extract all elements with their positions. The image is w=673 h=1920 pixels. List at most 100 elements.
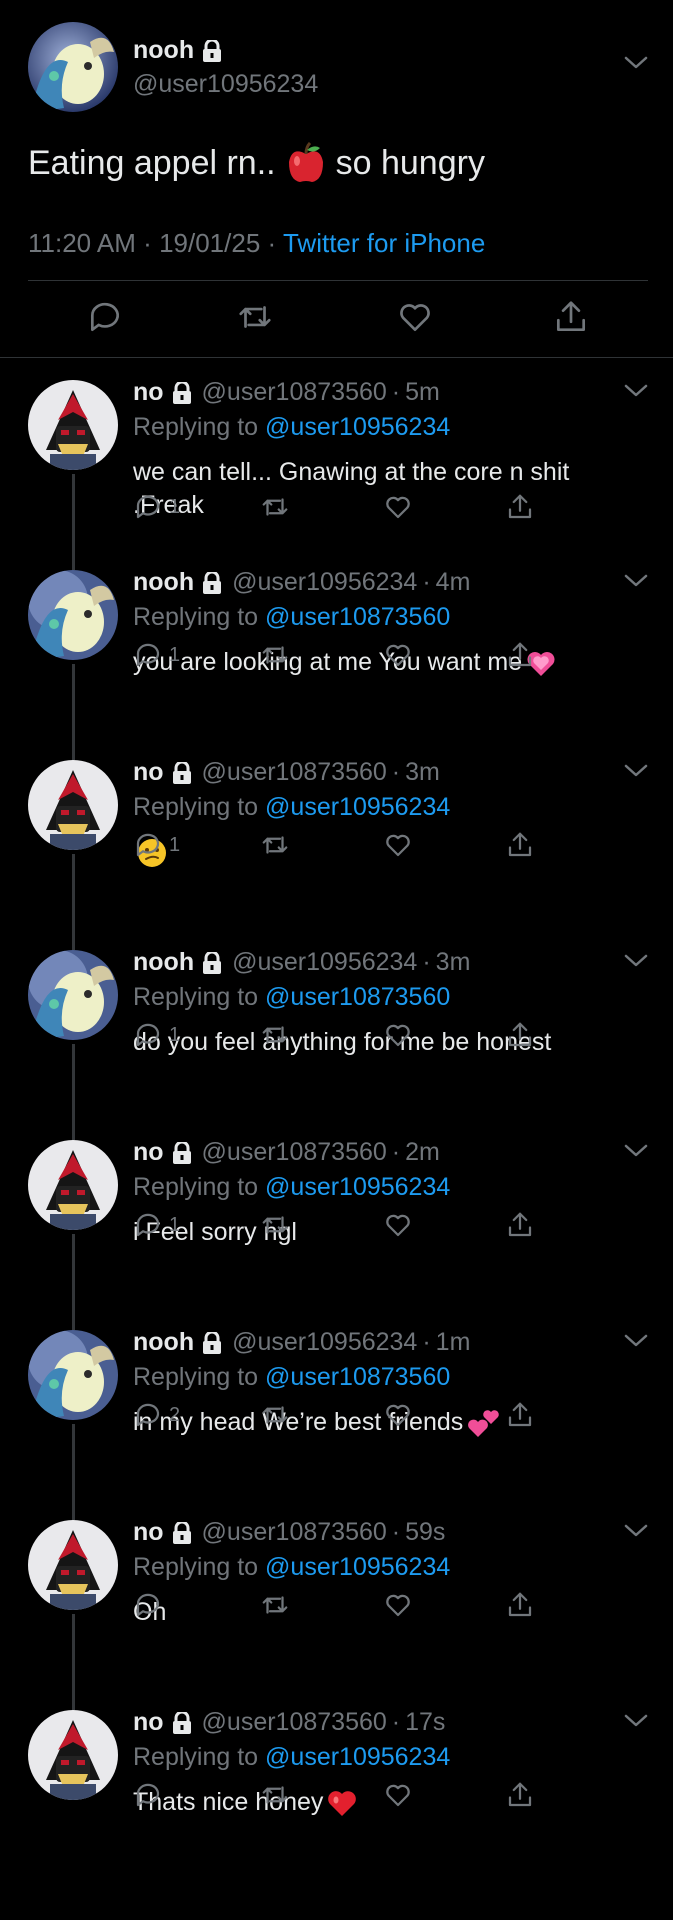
like-button[interactable]	[383, 1588, 413, 1622]
retweet-button[interactable]	[236, 298, 274, 336]
handle[interactable]: @user10873560	[202, 1518, 387, 1547]
chevron-down-icon[interactable]	[624, 56, 648, 70]
chevron-down-icon[interactable]	[624, 384, 648, 398]
reply-tweet[interactable]: no @user10873560 · 5m Replying to @user1…	[0, 358, 673, 570]
avatar[interactable]	[28, 1710, 118, 1800]
mention-link[interactable]: @user10956234	[265, 793, 450, 821]
reply-button[interactable]: 1	[133, 828, 180, 862]
mention-link[interactable]: @user10956234	[265, 413, 450, 441]
display-name[interactable]: nooh	[133, 36, 222, 65]
avatar[interactable]	[28, 22, 118, 112]
chevron-down-icon[interactable]	[624, 1524, 648, 1538]
share-button[interactable]	[505, 1778, 535, 1812]
handle[interactable]: @user10956234	[133, 70, 318, 99]
handle[interactable]: @user10873560	[202, 378, 387, 407]
like-button[interactable]	[383, 828, 413, 862]
retweet-button[interactable]	[260, 1778, 290, 1812]
share-icon	[556, 301, 586, 332]
like-button[interactable]	[383, 1778, 413, 1812]
display-name[interactable]: nooh	[133, 568, 194, 597]
display-name[interactable]: no	[133, 1518, 164, 1547]
mention-link[interactable]: @user10956234	[265, 1553, 450, 1581]
retweet-button[interactable]	[260, 1588, 290, 1622]
reply-tweet[interactable]: no @user10873560 · 17s Replying to @user…	[0, 1688, 673, 1878]
retweet-icon	[262, 836, 288, 854]
reply-button[interactable]: 2	[133, 1398, 180, 1432]
reply-button[interactable]	[133, 1778, 169, 1812]
mention-link[interactable]: @user10873560	[265, 1363, 450, 1391]
timestamp[interactable]: 2m	[405, 1138, 440, 1167]
like-button[interactable]	[383, 1208, 413, 1242]
reply-button[interactable]: 1	[133, 490, 180, 524]
share-button[interactable]	[505, 828, 535, 862]
like-button[interactable]	[383, 1018, 413, 1052]
retweet-button[interactable]	[260, 828, 290, 862]
share-button[interactable]	[552, 298, 590, 336]
chevron-down-icon[interactable]	[624, 1334, 648, 1348]
display-name[interactable]: no	[133, 1708, 164, 1737]
timestamp[interactable]: 17s	[405, 1708, 445, 1737]
reply-button[interactable]: 1	[133, 1208, 180, 1242]
reply-tweet[interactable]: nooh @user10956234 · 3m Replying to @use…	[0, 928, 673, 1140]
retweet-button[interactable]	[260, 1018, 290, 1052]
reply-tweet[interactable]: nooh @user10956234 · 1m Replying to @use…	[0, 1308, 673, 1520]
like-button[interactable]	[383, 490, 413, 524]
share-button[interactable]	[505, 1018, 535, 1052]
display-name[interactable]: nooh	[133, 948, 194, 977]
reply-tweet[interactable]: no @user10873560 · 59s Replying to @user…	[0, 1498, 673, 1710]
share-button[interactable]	[505, 1208, 535, 1242]
timestamp[interactable]: 5m	[405, 378, 440, 407]
display-name[interactable]: no	[133, 758, 164, 787]
timestamp[interactable]: 1m	[436, 1328, 471, 1357]
avatar[interactable]	[28, 380, 118, 470]
display-name[interactable]: no	[133, 1138, 164, 1167]
mention-link[interactable]: @user10956234	[265, 1743, 450, 1771]
handle[interactable]: @user10956234	[232, 1328, 417, 1357]
tweet-source-link[interactable]: Twitter for iPhone	[283, 228, 485, 258]
timestamp[interactable]: 4m	[436, 568, 471, 597]
reply-tweet[interactable]: no @user10873560 · 3m Replying to @user1…	[0, 738, 673, 950]
retweet-button[interactable]	[260, 490, 290, 524]
chevron-down-icon[interactable]	[624, 764, 648, 778]
display-name[interactable]: no	[133, 378, 164, 407]
mention-link[interactable]: @user10873560	[265, 983, 450, 1011]
timestamp[interactable]: 3m	[436, 948, 471, 977]
reply-button[interactable]: 1	[133, 1018, 180, 1052]
reply-count: 1	[169, 495, 181, 518]
retweet-button[interactable]	[260, 1208, 290, 1242]
share-button[interactable]	[505, 1588, 535, 1622]
retweet-button[interactable]	[260, 638, 290, 672]
mention-link[interactable]: @user10873560	[265, 603, 450, 631]
timestamp[interactable]: 59s	[405, 1518, 445, 1547]
chevron-down-icon[interactable]	[624, 574, 648, 588]
avatar[interactable]	[28, 1140, 118, 1230]
handle[interactable]: @user10873560	[202, 758, 387, 787]
chevron-down-icon[interactable]	[624, 1144, 648, 1158]
reply-tweet[interactable]: no @user10873560 · 2m Replying to @user1…	[0, 1118, 673, 1330]
avatar[interactable]	[28, 760, 118, 850]
reply-tweet[interactable]: nooh @user10956234 · 4m Replying to @use…	[0, 548, 673, 760]
handle[interactable]: @user10873560	[202, 1138, 387, 1167]
reply-button[interactable]	[133, 1588, 169, 1622]
like-button[interactable]	[383, 1398, 413, 1432]
avatar[interactable]	[28, 1520, 118, 1610]
chevron-down-icon[interactable]	[624, 1714, 648, 1728]
reply-button[interactable]: 1	[133, 638, 180, 672]
handle[interactable]: @user10956234	[232, 568, 417, 597]
share-button[interactable]	[505, 638, 535, 672]
chevron-down-icon[interactable]	[624, 954, 648, 968]
handle[interactable]: @user10956234	[232, 948, 417, 977]
retweet-button[interactable]	[260, 1398, 290, 1432]
handle[interactable]: @user10873560	[202, 1708, 387, 1737]
share-button[interactable]	[505, 1398, 535, 1432]
display-name[interactable]: nooh	[133, 1328, 194, 1357]
avatar[interactable]	[28, 1330, 118, 1420]
avatar[interactable]	[28, 950, 118, 1040]
share-button[interactable]	[505, 490, 535, 524]
like-button[interactable]	[383, 638, 413, 672]
mention-link[interactable]: @user10956234	[265, 1173, 450, 1201]
like-button[interactable]	[396, 298, 434, 336]
reply-button[interactable]	[86, 298, 124, 336]
avatar[interactable]	[28, 570, 118, 660]
timestamp[interactable]: 3m	[405, 758, 440, 787]
